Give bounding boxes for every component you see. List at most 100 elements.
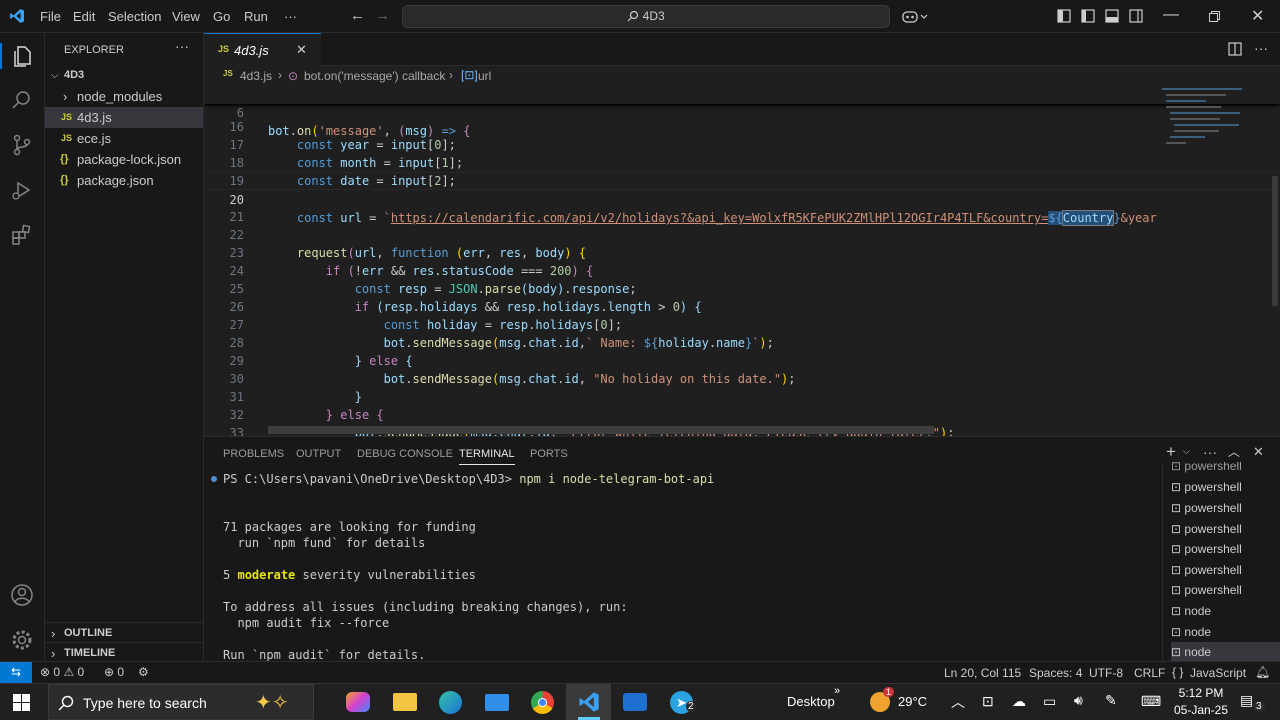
settings-gear-icon[interactable] (10, 628, 34, 652)
problems-status[interactable]: ⊗ 0 ⚠ 0 (40, 665, 84, 679)
tree-item-label: ece.js (77, 131, 111, 146)
toggle-secondary-sidebar-icon[interactable] (1129, 9, 1143, 23)
close-window-icon[interactable]: ✕ (1251, 6, 1264, 26)
tab-terminal[interactable]: TERMINAL (459, 448, 515, 465)
meet-now-icon[interactable]: ⊡ (982, 693, 994, 710)
tree-item-node-modules[interactable]: › node_modules (45, 86, 203, 107)
source-control-icon[interactable] (10, 133, 34, 157)
pen-icon[interactable]: ✎ (1105, 692, 1117, 709)
search-sidebar-icon[interactable] (10, 88, 34, 112)
clock-date[interactable]: 05-Jan-25 (1173, 703, 1229, 717)
close-tab-icon[interactable]: ✕ (296, 42, 307, 58)
debug-icon[interactable]: ⚙ (138, 665, 149, 679)
menu-more[interactable]: ··· (284, 9, 297, 24)
tree-item-ece-js[interactable]: JS ece.js (45, 128, 203, 149)
horizontal-scrollbar[interactable] (268, 426, 934, 434)
toolbar-expand-icon[interactable]: » (834, 685, 840, 697)
ports-status[interactable]: ⊕ 0 (104, 665, 124, 679)
file-explorer-icon[interactable] (393, 693, 417, 711)
close-panel-icon[interactable]: ✕ (1253, 444, 1264, 460)
terminal-icon: ⊡ (1171, 522, 1182, 536)
minimize-icon[interactable]: — (1163, 6, 1179, 24)
maximize-panel-icon[interactable]: ︿ (1228, 443, 1240, 460)
windows-start-icon[interactable] (13, 694, 30, 711)
terminal-list-item[interactable]: ⊡ powershell (1171, 519, 1280, 539)
breadcrumb-file[interactable]: 4d3.js (240, 69, 272, 83)
account-icon[interactable] (10, 583, 34, 607)
show-hidden-icons-icon[interactable]: ︿ (951, 692, 965, 712)
menu-view[interactable]: View (172, 9, 200, 24)
customize-layout-icon[interactable] (1057, 9, 1071, 23)
terminal-list-item[interactable]: ⊡ powershell (1171, 498, 1280, 518)
end-of-line[interactable]: CRLF (1134, 666, 1165, 680)
back-arrow-icon[interactable]: ← (350, 7, 365, 24)
tree-item-4d3-js[interactable]: JS 4d3.js (45, 107, 203, 128)
edge-browser-icon[interactable] (439, 691, 462, 714)
terminal-list-item-active[interactable]: ⊡ node (1171, 642, 1280, 662)
toggle-panel-icon[interactable] (1105, 9, 1119, 23)
minimap[interactable] (1160, 86, 1270, 156)
menu-file[interactable]: File (40, 9, 61, 24)
terminal-list-item[interactable]: ⊡ node (1171, 622, 1280, 642)
tab-problems[interactable]: PROBLEMS (223, 448, 284, 460)
language-mode[interactable]: JavaScript (1190, 666, 1246, 680)
notifications-bell-icon[interactable]: 🔔︎ (1255, 665, 1270, 679)
code-editor[interactable]: 16 const year = input[0]; 17 const month… (204, 86, 1280, 436)
cursor-position[interactable]: Ln 20, Col 115 (944, 666, 1021, 680)
run-debug-icon[interactable] (10, 178, 34, 202)
terminal-list-item[interactable]: ⊡ powershell (1171, 462, 1280, 476)
clock-time[interactable]: 5:12 PM (1176, 686, 1226, 700)
sticky-scroll-line[interactable]: 6 bot.on('message', (msg) => { (204, 86, 1280, 138)
tab-debug-console[interactable]: DEBUG CONSOLE (357, 448, 453, 460)
timeline-section[interactable]: › TIMELINE (45, 642, 203, 663)
chrome-icon[interactable] (531, 691, 554, 714)
tree-item-package-json[interactable]: {} package.json (45, 170, 203, 191)
tree-root-folder[interactable]: ⌵ 4D3 (45, 65, 203, 86)
chevron-down-icon[interactable]: ⌵ (1183, 446, 1190, 457)
mail-icon[interactable] (485, 694, 509, 711)
explorer-files-icon[interactable] (10, 44, 34, 68)
terminal-list-item[interactable]: ⊡ node (1171, 601, 1280, 621)
remote-indicator-icon[interactable]: ⇆ (0, 662, 32, 683)
tree-item-package-lock[interactable]: {} package-lock.json (45, 149, 203, 170)
volume-icon[interactable]: 🔊︎ (1074, 692, 1083, 709)
menu-run[interactable]: Run (244, 9, 268, 24)
split-editor-icon[interactable] (1228, 42, 1242, 56)
keyboard-icon[interactable]: ⌨ (1141, 693, 1161, 710)
tab-ports[interactable]: PORTS (530, 448, 568, 460)
terminal-list-item[interactable]: ⊡ powershell (1171, 539, 1280, 559)
onedrive-cloud-icon[interactable]: ☁ (1012, 693, 1026, 710)
vertical-scrollbar[interactable] (1272, 176, 1278, 306)
indentation[interactable]: Spaces: 4 (1029, 666, 1082, 680)
command-center-search[interactable]: 4D3 (402, 5, 890, 28)
copilot-app-icon[interactable] (346, 692, 370, 712)
weather-temperature[interactable]: 29°C (898, 694, 927, 709)
panel-more-icon[interactable]: ··· (1203, 444, 1217, 460)
taskbar-search-box[interactable]: Type here to search ✦✧ (48, 684, 314, 720)
breadcrumb-variable[interactable]: url (478, 69, 491, 83)
explorer-more-icon[interactable]: ··· (175, 38, 189, 54)
breadcrumb-callback[interactable]: bot.on('message') callback (304, 69, 445, 83)
desktop-toolbar[interactable]: Desktop (787, 694, 835, 709)
new-terminal-icon[interactable]: + (1166, 442, 1176, 462)
battery-icon[interactable]: ▭ (1043, 693, 1056, 710)
terminal-list-item[interactable]: ⊡ powershell (1171, 560, 1280, 580)
vscode-taskbar-button[interactable] (566, 684, 611, 720)
restore-icon[interactable] (1209, 11, 1220, 22)
menu-edit[interactable]: Edit (73, 9, 95, 24)
menu-go[interactable]: Go (213, 9, 230, 24)
terminal-list-item[interactable]: ⊡ powershell (1171, 477, 1280, 497)
copilot-icon[interactable] (902, 9, 928, 25)
toggle-sidebar-icon[interactable] (1081, 9, 1095, 23)
menu-selection[interactable]: Selection (108, 9, 161, 24)
editor-more-icon[interactable]: ··· (1254, 40, 1268, 56)
encoding[interactable]: UTF-8 (1089, 666, 1123, 680)
camera-app-icon[interactable] (623, 693, 647, 711)
tab-output[interactable]: OUTPUT (296, 448, 341, 460)
forward-arrow-icon[interactable]: → (375, 7, 390, 24)
notification-center-icon[interactable]: ▤ (1240, 692, 1253, 709)
terminal-list-item[interactable]: ⊡ powershell (1171, 580, 1280, 600)
tab-4d3-js[interactable]: JS 4d3.js ✕ (204, 33, 321, 66)
outline-section[interactable]: › OUTLINE (45, 622, 203, 643)
extensions-icon[interactable] (10, 223, 34, 247)
